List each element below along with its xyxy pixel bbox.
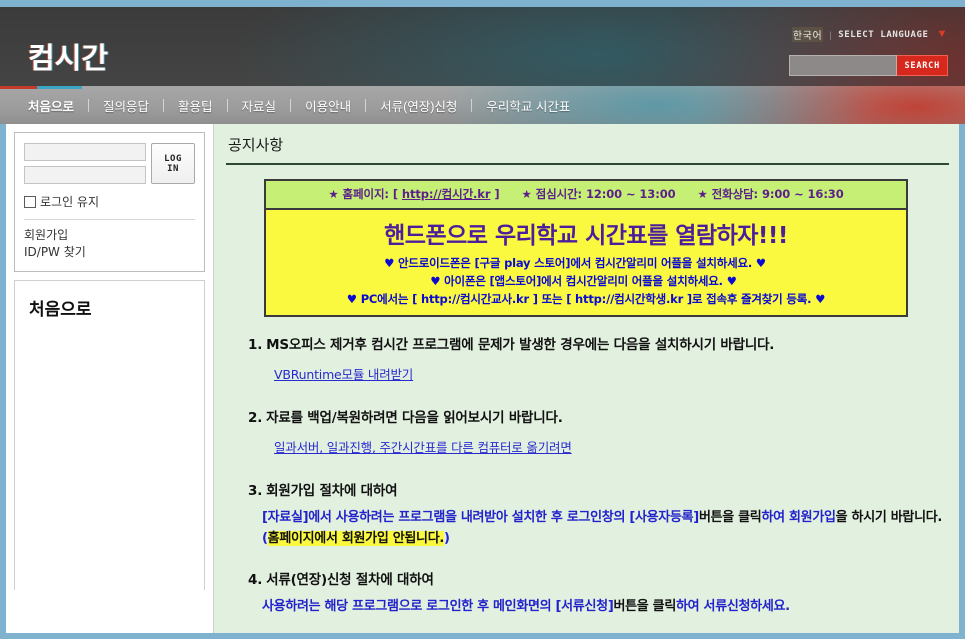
info-phone-text: 전화상담: 9:00 ~ 16:30 — [711, 187, 844, 201]
sidebar-section-title: 처음으로 — [29, 299, 92, 320]
nav-item-downloads[interactable]: 자료실 — [228, 96, 291, 115]
signup-link[interactable]: 회원가입 — [24, 227, 195, 244]
banner-body: 핸드폰으로 우리학교 시간표를 열람하자!!! ♥ 안드로이드폰은 [구글 pl… — [266, 210, 906, 316]
list-item-text: MS오피스 제거후 컴시간 프로그램에 문제가 발생한 경우에는 다음을 설치하… — [266, 337, 775, 354]
banner-line-android: ♥ 안드로이드폰은 [구글 play 스토어]에서 컴시간알리미 어플을 설치하… — [384, 256, 766, 270]
signup-body-a: [자료실]에서 사용하려는 프로그램을 내려받아 설치한 후 로그인창의 [사용… — [262, 510, 699, 526]
language-selector[interactable]: 한국어 | SELECT LANGUAGE ▼ — [791, 27, 949, 42]
search-form: SEARCH — [789, 55, 948, 76]
star-icon: ★ — [697, 187, 708, 201]
notice-list: 1. MS오피스 제거후 컴시간 프로그램에 문제가 발생한 경우에는 다음을 설… — [248, 333, 949, 616]
nav-item-tips[interactable]: 활용팁 — [164, 96, 227, 115]
list-item-title: 3. 회원가입 절차에 대하여 — [248, 479, 949, 499]
main-navigation: 처음으로 질의응답 활용팁 자료실 이용안내 서류(연장)신청 우리학교 시간표 — [0, 86, 965, 124]
nav-item-school-timetable[interactable]: 우리학교 시간표 — [472, 96, 584, 115]
nav-item-guide[interactable]: 이용안내 — [291, 96, 365, 115]
doc-body-b: 버튼을 클릭 — [613, 598, 676, 614]
list-item-number: 4. — [248, 571, 263, 588]
signup-body-c: 하여 회원가입 — [761, 510, 836, 526]
select-language-label[interactable]: SELECT LANGUAGE — [838, 30, 928, 40]
banner-line-pc: ♥ PC에서는 [ http://컴시간교사.kr ] 또는 [ http://… — [346, 291, 826, 306]
list-item-text: 회원가입 절차에 대하여 — [266, 483, 398, 500]
list-item-title: 1. MS오피스 제거후 컴시간 프로그램에 문제가 발생한 경우에는 다음을 설… — [248, 333, 949, 353]
find-id-pw-link[interactable]: ID/PW 찾기 — [24, 244, 195, 261]
homepage-link[interactable]: http://컴시간.kr — [402, 187, 491, 201]
page-title: 공지사항 — [228, 136, 284, 154]
backup-restore-link[interactable]: 일과서버, 일과진행, 주간시간표를 다른 컴퓨터로 옮기려면 — [274, 437, 572, 456]
info-bar: ★ 홈페이지: [ http://컴시간.kr ] ★ 점심시간: 12:00 ~… — [266, 181, 906, 210]
list-item-number: 1. — [248, 337, 263, 354]
star-icon: ★ — [521, 187, 532, 201]
nav-item-qna[interactable]: 질의응답 — [89, 96, 163, 115]
nav-item-home[interactable]: 처음으로 — [14, 96, 88, 115]
paren-close: ) — [444, 530, 450, 546]
keep-logged-in-checkbox[interactable] — [24, 195, 36, 208]
list-item-text: 자료를 백업/복원하려면 다음을 읽어보시기 바랍니다. — [266, 410, 563, 427]
doc-body-a: 사용하려는 해당 프로그램으로 로그인한 후 메인화면의 [서류신청] — [262, 598, 614, 614]
list-item: 2. 자료를 백업/복원하려면 다음을 읽어보시기 바랍니다. 일과서버, 일과진… — [248, 406, 949, 457]
list-item-body: [자료실]에서 사용하려는 프로그램을 내려받아 설치한 후 로그인창의 [사용… — [262, 508, 949, 548]
body-wrapper: LOG IN 로그인 유지 회원가입 ID/PW 찾기 처음으로 공지사항 ★ … — [6, 124, 959, 633]
search-input[interactable] — [789, 55, 898, 76]
info-lunch-text: 점심시간: 12:00 ~ 13:00 — [535, 187, 676, 201]
chevron-down-icon[interactable]: ▼ — [937, 29, 949, 40]
keep-logged-in-label: 로그인 유지 — [40, 195, 100, 209]
login-fields — [24, 143, 146, 189]
paren-open: ( — [262, 530, 268, 546]
site-header: 컴시간 한국어 | SELECT LANGUAGE ▼ SEARCH — [0, 7, 965, 86]
login-button[interactable]: LOG IN — [151, 143, 195, 184]
list-item-title: 4. 서류(연장)신청 절차에 대하여 — [248, 568, 949, 588]
list-item: 1. MS오피스 제거후 컴시간 프로그램에 문제가 발생한 경우에는 다음을 설… — [248, 333, 949, 384]
vbruntime-download-link[interactable]: VBRuntime모듈 내려받기 — [274, 364, 413, 383]
language-current[interactable]: 한국어 — [791, 27, 824, 42]
signup-warning-highlight: 홈페이지에서 회원가입 안됩니다. — [267, 530, 444, 546]
doc-body-c: 하여 서류신청하세요. — [676, 598, 790, 614]
list-item-number: 2. — [248, 410, 263, 427]
page-root: 컴시간 한국어 | SELECT LANGUAGE ▼ SEARCH 처음으로 … — [0, 0, 965, 639]
search-button[interactable]: SEARCH — [897, 55, 948, 76]
list-item-text: 서류(연장)신청 절차에 대하여 — [266, 571, 434, 588]
list-item: 4. 서류(연장)신청 절차에 대하여 사용하려는 해당 프로그램으로 로그인한 … — [248, 568, 949, 617]
site-logo[interactable]: 컴시간 — [28, 35, 108, 77]
list-item-number: 3. — [248, 483, 263, 500]
info-homepage-label: 홈페이지: — [342, 187, 390, 201]
login-divider — [24, 219, 195, 220]
list-item-body: 사용하려는 해당 프로그램으로 로그인한 후 메인화면의 [서류신청]버튼을 클… — [262, 597, 949, 617]
star-icon: ★ — [328, 187, 339, 201]
login-password-input[interactable] — [24, 166, 146, 184]
info-homepage: ★ 홈페이지: [ http://컴시간.kr ] — [328, 187, 499, 201]
login-id-input[interactable] — [24, 143, 146, 161]
banner-headline: 핸드폰으로 우리학교 시간표를 열람하자!!! — [384, 223, 788, 249]
signup-body-b: 버튼을 클릭 — [698, 510, 762, 526]
page-title-divider — [226, 163, 949, 165]
list-item: 3. 회원가입 절차에 대하여 [자료실]에서 사용하려는 프로그램을 내려받아 … — [248, 479, 949, 548]
bracket-open: [ — [392, 187, 398, 201]
signup-body-d: 을 하시기 바랍니다. — [835, 510, 943, 526]
sidebar-section-home: 처음으로 — [14, 279, 205, 590]
login-box: LOG IN 로그인 유지 회원가입 ID/PW 찾기 — [14, 132, 205, 272]
banner-line-iphone: ♥ 아이폰은 [앱스토어]에서 컴시간알리미 어플을 설치하세요. ♥ — [430, 273, 737, 288]
notice-banner: ★ 홈페이지: [ http://컴시간.kr ] ★ 점심시간: 12:00 ~… — [264, 179, 908, 318]
info-lunch: ★ 점심시간: 12:00 ~ 13:00 — [522, 187, 676, 201]
main-content: 공지사항 ★ 홈페이지: [ http://컴시간.kr ] ★ 점심시간: 12… — [214, 124, 959, 633]
bracket-close: ] — [494, 187, 500, 201]
list-item-title: 2. 자료를 백업/복원하려면 다음을 읽어보시기 바랍니다. — [248, 406, 949, 426]
language-divider: | — [829, 29, 833, 40]
info-phone: ★ 전화상담: 9:00 ~ 16:30 — [698, 187, 844, 201]
keep-logged-in-row[interactable]: 로그인 유지 — [24, 193, 195, 210]
sidebar: LOG IN 로그인 유지 회원가입 ID/PW 찾기 처음으로 — [6, 124, 214, 633]
login-top-row: LOG IN — [24, 143, 195, 189]
nav-item-document-request[interactable]: 서류(연장)신청 — [366, 96, 471, 115]
